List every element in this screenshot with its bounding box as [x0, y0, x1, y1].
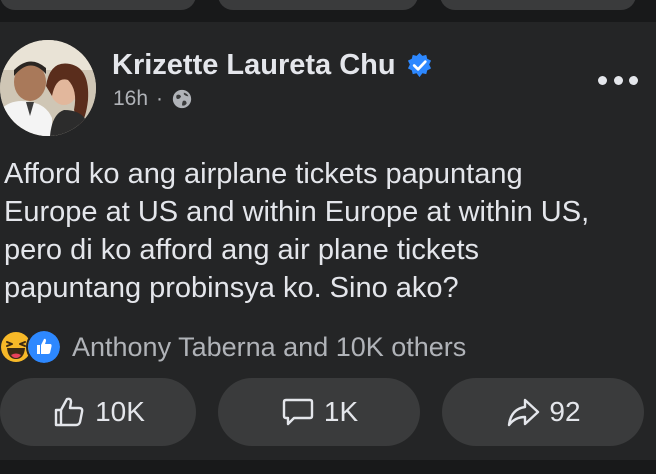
feed-bottom-strip — [0, 460, 656, 474]
post-meta: 16h · — [113, 86, 193, 112]
like-icon — [26, 329, 62, 365]
verified-badge-icon — [407, 52, 431, 77]
like-count: 10K — [95, 396, 145, 427]
post-text-line: papuntang probinsya ko. Sino ako? — [4, 272, 459, 304]
more-dot-icon — [629, 75, 638, 85]
thumbs-up-icon — [54, 397, 84, 427]
post-text-line: Afford ko ang airplane tickets papuntang — [4, 158, 523, 190]
avatar-photo — [0, 40, 96, 136]
previous-post-like-button[interactable] — [0, 0, 196, 10]
comment-count: 1K — [323, 396, 359, 427]
previous-post-share-button[interactable] — [440, 0, 636, 10]
share-arrow-icon — [508, 398, 540, 427]
meta-separator: · — [156, 87, 164, 110]
author-avatar[interactable] — [0, 40, 96, 136]
post-text-line: Europe at US and within Europe at within… — [4, 196, 590, 228]
comment-bubble-icon — [282, 398, 314, 426]
reactions-summary[interactable]: Anthony Taberna and 10K others — [0, 329, 467, 365]
share-button[interactable]: 92 — [442, 378, 644, 446]
more-options-button[interactable] — [598, 68, 638, 92]
globe-icon — [172, 89, 192, 109]
post-timestamp[interactable]: 16h — [113, 86, 148, 112]
author-name[interactable]: Krizette Laureta Chu — [112, 48, 396, 82]
more-dot-icon — [598, 75, 607, 85]
comment-button[interactable]: 1K — [218, 378, 420, 446]
post-body: Afford ko ang airplane tickets papuntang… — [4, 155, 644, 307]
more-dot-icon — [613, 75, 623, 85]
share-count: 92 — [549, 396, 581, 427]
post-text-line: pero di ko afford ang air plane tickets — [4, 234, 480, 266]
reactions-text: Anthony Taberna and 10K others — [72, 332, 467, 362]
post-author: Krizette Laureta Chu — [112, 48, 433, 82]
like-button[interactable]: 10K — [0, 378, 196, 446]
previous-post-comment-button[interactable] — [218, 0, 418, 10]
feed-top-strip — [0, 0, 656, 22]
